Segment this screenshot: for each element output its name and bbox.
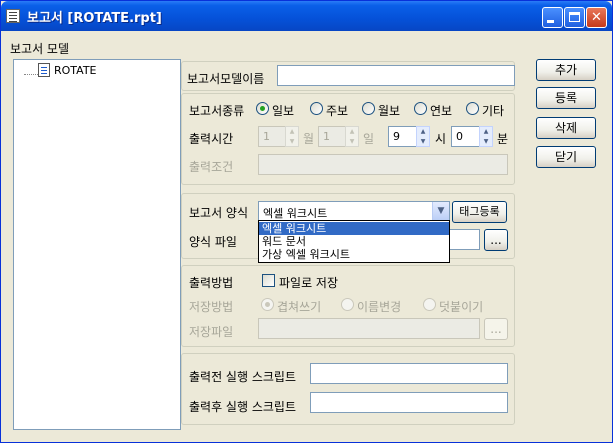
radio-overwrite-label: 겹쳐쓰기 bbox=[277, 300, 322, 314]
maximize-button[interactable] bbox=[564, 7, 585, 28]
output-method-label: 출력방법 bbox=[189, 276, 234, 290]
radio-other[interactable] bbox=[466, 102, 479, 115]
report-format-dropdown[interactable]: 엑셀 워크시트 워드 문서 가상 엑셀 워크시트 bbox=[258, 220, 450, 263]
spin-up-icon[interactable]: ▲ bbox=[480, 127, 492, 136]
window-title: 보고서 [ROTATE.rpt] bbox=[27, 11, 162, 26]
save-file-label: 저장파일 bbox=[189, 325, 234, 339]
radio-weekly-label: 주보 bbox=[326, 104, 349, 118]
radio-weekly[interactable] bbox=[310, 102, 323, 115]
register-button[interactable]: 등록 bbox=[536, 87, 596, 109]
spin-up-icon[interactable]: ▲ bbox=[417, 127, 429, 136]
app-icon bbox=[6, 9, 20, 23]
close-button[interactable]: 닫기 bbox=[536, 146, 596, 168]
save-file-browse-button: ... bbox=[484, 318, 508, 340]
report-doc-icon bbox=[38, 63, 50, 77]
radio-yearly-label: 연보 bbox=[430, 104, 453, 118]
report-format-select[interactable]: 엑셀 워크시트 ▼ bbox=[258, 201, 450, 222]
month-input: 1 bbox=[258, 126, 286, 147]
chevron-down-icon[interactable]: ▼ bbox=[432, 202, 449, 221]
radio-monthly-label: 월보 bbox=[378, 104, 401, 118]
radio-append bbox=[423, 298, 436, 311]
report-type-label: 보고서종류 bbox=[189, 104, 245, 118]
pre-script-label: 출력전 실행 스크립트 bbox=[189, 370, 296, 384]
month-spinner: ▲ ▼ bbox=[285, 126, 299, 147]
dropdown-option-word[interactable]: 워드 문서 bbox=[259, 235, 449, 248]
dropdown-option-virtual-excel[interactable]: 가상 엑셀 워크시트 bbox=[259, 248, 449, 261]
delete-button[interactable]: 삭제 bbox=[536, 117, 596, 139]
model-name-input[interactable] bbox=[277, 65, 515, 86]
maximize-icon bbox=[569, 12, 580, 22]
radio-yearly[interactable] bbox=[414, 102, 427, 115]
close-icon: ✕ bbox=[591, 10, 602, 25]
minute-spinner[interactable]: ▲ ▼ bbox=[479, 126, 493, 147]
save-to-file-label: 파일로 저장 bbox=[279, 276, 339, 290]
close-window-button[interactable]: ✕ bbox=[586, 7, 607, 28]
pre-script-input[interactable] bbox=[310, 363, 508, 384]
spin-up-icon: ▲ bbox=[289, 128, 295, 135]
dropdown-option-excel[interactable]: 엑셀 워크시트 bbox=[259, 222, 449, 235]
minute-unit: 분 bbox=[497, 132, 509, 146]
report-format-value: 엑셀 워크시트 bbox=[263, 207, 328, 220]
day-spinner: ▲ ▼ bbox=[345, 126, 359, 147]
spin-up-icon: ▲ bbox=[349, 128, 355, 135]
radio-append-label: 덧붙이기 bbox=[439, 300, 484, 314]
format-file-label: 양식 파일 bbox=[189, 235, 237, 249]
output-condition-input bbox=[258, 154, 508, 175]
hour-input[interactable]: 9 bbox=[388, 126, 417, 147]
title-bar[interactable]: 보고서 [ROTATE.rpt] ✕ bbox=[1, 1, 612, 31]
hour-spinner[interactable]: ▲ ▼ bbox=[416, 126, 430, 147]
radio-overwrite bbox=[261, 298, 274, 311]
hour-unit: 시 bbox=[435, 132, 447, 146]
post-script-input[interactable] bbox=[310, 392, 508, 413]
minimize-button[interactable] bbox=[542, 7, 563, 28]
save-method-label: 저장방법 bbox=[189, 300, 234, 314]
radio-daily[interactable] bbox=[256, 102, 269, 115]
radio-monthly[interactable] bbox=[362, 102, 375, 115]
minimize-icon bbox=[547, 20, 554, 23]
radio-rename-label: 이름변경 bbox=[357, 300, 402, 314]
format-file-browse-button[interactable]: ... bbox=[484, 229, 508, 251]
month-unit: 월 bbox=[303, 132, 315, 146]
report-format-label: 보고서 양식 bbox=[189, 206, 249, 220]
radio-rename bbox=[341, 298, 354, 311]
tree-item-rotate[interactable]: ROTATE bbox=[54, 64, 97, 77]
add-button[interactable]: 추가 bbox=[536, 59, 596, 81]
post-script-label: 출력후 실행 스크립트 bbox=[189, 400, 296, 414]
output-time-label: 출력시간 bbox=[189, 132, 234, 146]
output-condition-label: 출력조건 bbox=[189, 160, 234, 174]
tree-connector bbox=[24, 74, 38, 75]
radio-other-label: 기타 bbox=[482, 104, 505, 118]
spin-down-icon[interactable]: ▼ bbox=[417, 137, 429, 146]
spin-down-icon[interactable]: ▼ bbox=[480, 137, 492, 146]
minute-input[interactable]: 0 bbox=[451, 126, 480, 147]
tag-register-button[interactable]: 태그등록 bbox=[452, 201, 507, 223]
save-file-input bbox=[258, 318, 480, 339]
report-dialog: 보고서 [ROTATE.rpt] ✕ 보고서 모델 ROTATE 보고서모델이름… bbox=[0, 0, 613, 443]
save-to-file-checkbox[interactable] bbox=[262, 274, 275, 287]
report-model-tree[interactable]: ROTATE bbox=[13, 59, 181, 430]
report-model-label: 보고서 모델 bbox=[10, 42, 70, 56]
day-unit: 일 bbox=[363, 132, 375, 146]
day-input: 1 bbox=[318, 126, 346, 147]
radio-daily-label: 일보 bbox=[272, 104, 295, 118]
spin-down-icon: ▼ bbox=[349, 138, 355, 145]
spin-down-icon: ▼ bbox=[289, 138, 295, 145]
model-name-label: 보고서모델이름 bbox=[187, 72, 265, 86]
